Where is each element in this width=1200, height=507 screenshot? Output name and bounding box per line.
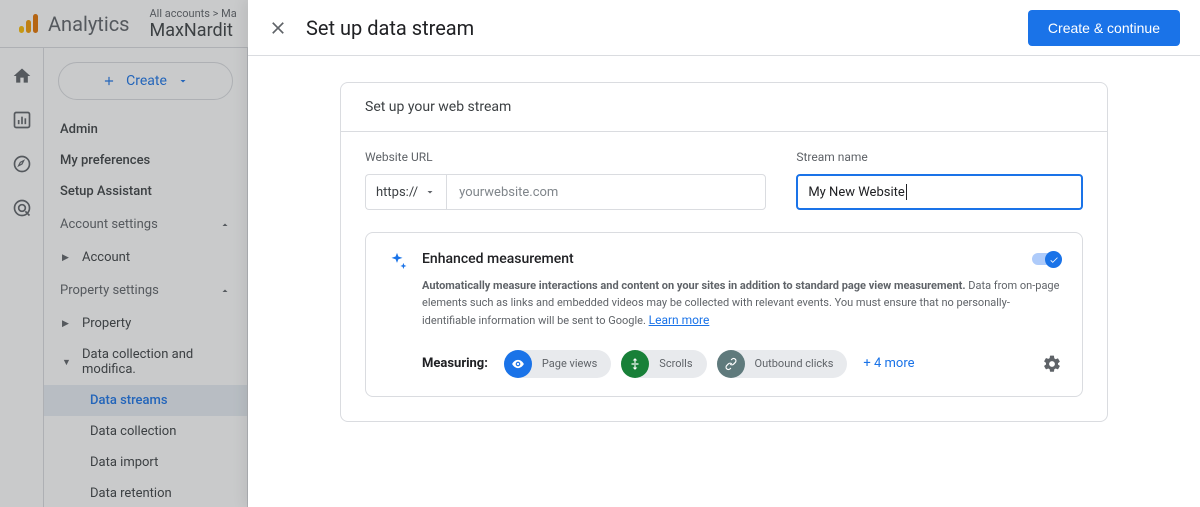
- sparkle-icon: [386, 251, 408, 378]
- website-url-input[interactable]: yourwebsite.com: [446, 174, 766, 210]
- enhanced-measurement-description: Automatically measure interactions and c…: [422, 277, 1062, 330]
- setup-data-stream-modal: Set up data stream Create & continue Set…: [248, 0, 1200, 507]
- plus-icon: [102, 74, 116, 88]
- product-name: Analytics: [48, 12, 130, 36]
- close-icon[interactable]: [268, 18, 288, 38]
- chevron-up-icon: [219, 285, 231, 297]
- stream-name-input[interactable]: My New Website: [796, 174, 1083, 210]
- sidebar-data-collection[interactable]: Data collection: [44, 416, 247, 447]
- breadcrumb-line1: All accounts > Ma: [150, 7, 237, 20]
- gear-icon[interactable]: [1042, 354, 1062, 374]
- create-continue-button[interactable]: Create & continue: [1028, 10, 1180, 46]
- sidebar-account[interactable]: ▶ Account: [44, 242, 247, 273]
- check-icon: [1049, 255, 1059, 265]
- text-cursor: [906, 184, 907, 200]
- sidebar-data-import[interactable]: Data import: [44, 447, 247, 478]
- chevron-up-icon: [219, 219, 231, 231]
- enhanced-measurement-toggle[interactable]: [1032, 251, 1062, 267]
- property-settings-header[interactable]: Property settings: [44, 273, 247, 308]
- website-url-label: Website URL: [365, 150, 766, 164]
- collapsed-icon: ▶: [62, 319, 70, 329]
- explore-icon[interactable]: [12, 154, 32, 174]
- chip-page-views: Page views: [504, 350, 611, 378]
- enhanced-measurement-title: Enhanced measurement: [422, 251, 1062, 267]
- create-button[interactable]: Create: [58, 62, 233, 100]
- placeholder-text: yourwebsite.com: [459, 185, 558, 200]
- sidebar-data-collection-group[interactable]: ▼ Data collection and modifica.: [44, 339, 247, 385]
- modal-title: Set up data stream: [306, 16, 1028, 40]
- sidebar-my-preferences[interactable]: My preferences: [44, 145, 247, 176]
- create-label: Create: [126, 73, 167, 89]
- scroll-icon: [621, 350, 649, 378]
- analytics-logo-icon: [16, 12, 40, 36]
- collapsed-icon: ▶: [62, 253, 70, 263]
- analytics-logo[interactable]: Analytics: [16, 12, 130, 36]
- sidebar-property[interactable]: ▶ Property: [44, 308, 247, 339]
- sidebar-setup-assistant[interactable]: Setup Assistant: [44, 176, 247, 207]
- learn-more-link[interactable]: Learn more: [649, 313, 710, 327]
- stream-name-label: Stream name: [796, 150, 1083, 164]
- more-chips-link[interactable]: + 4 more: [863, 356, 914, 371]
- protocol-select[interactable]: https://: [365, 174, 446, 210]
- link-icon: [717, 350, 745, 378]
- chip-scrolls: Scrolls: [621, 350, 706, 378]
- dropdown-icon: [177, 75, 189, 87]
- sidebar-data-retention[interactable]: Data retention: [44, 478, 247, 507]
- sidebar-admin[interactable]: Admin: [44, 114, 247, 145]
- eye-icon: [504, 350, 532, 378]
- sidebar-data-streams[interactable]: Data streams: [44, 385, 247, 416]
- expanded-icon: ▼: [62, 357, 70, 368]
- dropdown-icon: [424, 186, 436, 198]
- measuring-label: Measuring:: [422, 356, 488, 371]
- advertising-icon[interactable]: [12, 198, 32, 218]
- card-header: Set up your web stream: [341, 83, 1107, 132]
- breadcrumb[interactable]: All accounts > Ma MaxNardit: [150, 7, 237, 41]
- reports-icon[interactable]: [12, 110, 32, 130]
- account-settings-header[interactable]: Account settings: [44, 207, 247, 242]
- chip-outbound-clicks: Outbound clicks: [717, 350, 848, 378]
- home-icon[interactable]: [12, 66, 32, 86]
- breadcrumb-line2: MaxNardit: [150, 20, 237, 41]
